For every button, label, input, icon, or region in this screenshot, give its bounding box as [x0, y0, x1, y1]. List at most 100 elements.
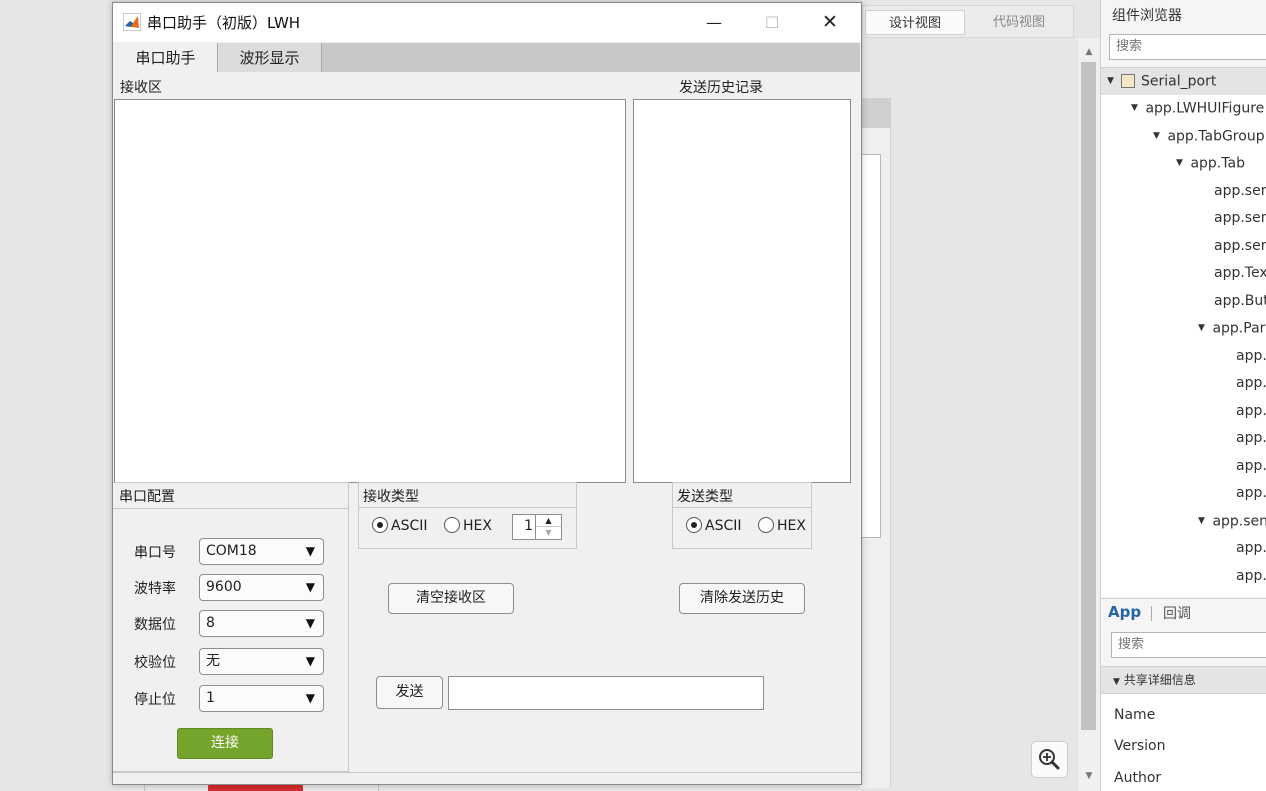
chevron-down-icon[interactable]: ▼ [1107, 68, 1117, 95]
tree-item[interactable]: app. [1101, 563, 1266, 590]
tree-item-root[interactable]: ▼ Serial_port [1101, 68, 1266, 95]
stopbits-dropdown[interactable]: 1 ▼ [199, 685, 324, 712]
receive-area-label: 接收区 [120, 80, 162, 96]
radio-unselected-icon [444, 517, 460, 533]
zoom-in-icon [1039, 749, 1060, 770]
tree-item-label: Serial_port [1141, 73, 1217, 90]
chevron-down-icon[interactable]: ▼ [1198, 508, 1208, 535]
maximize-icon[interactable]: ☐ [743, 3, 801, 42]
vertical-scrollbar[interactable]: ▲ ▼ [1078, 38, 1100, 791]
clear-receive-button[interactable]: 清空接收区 [388, 583, 514, 614]
chevron-down-icon[interactable]: ▼ [1198, 315, 1208, 342]
radio-label: HEX [777, 518, 806, 534]
panel-title: 串口配置 [119, 489, 175, 505]
tab-code-view[interactable]: 代码视图 [969, 10, 1069, 35]
tree-item[interactable]: app.( [1101, 398, 1266, 425]
receive-textarea[interactable] [114, 99, 626, 483]
stopbits-label: 停止位 [134, 692, 176, 708]
tree-item[interactable]: app. [1101, 425, 1266, 452]
tree-item[interactable]: app.sen [1101, 233, 1266, 260]
close-icon[interactable]: ✕ [801, 3, 859, 42]
parity-label: 校验位 [134, 655, 176, 671]
receive-spinner[interactable]: 1 ▲ ▼ [512, 514, 562, 540]
shared-details-header[interactable]: ▼ 共享详细信息 [1101, 666, 1266, 694]
receive-type-panel: 接收类型 ASCII HEX 1 ▲ ▼ [358, 482, 577, 549]
spinner-up-icon[interactable]: ▲ [536, 515, 561, 527]
clear-history-button[interactable]: 清除发送历史 [679, 583, 805, 614]
dropdown-value: 9600 [206, 579, 242, 595]
zoom-button[interactable] [1031, 741, 1068, 778]
tree-item[interactable]: ▼ app.sen [1101, 508, 1266, 535]
tree-item[interactable]: app. [1101, 370, 1266, 397]
component-search-input[interactable]: 搜索 [1109, 34, 1266, 60]
property-search-input[interactable]: 搜索 [1111, 632, 1266, 658]
tree-item[interactable]: app.sen [1101, 178, 1266, 205]
receive-hex-radio[interactable]: HEX [444, 517, 492, 534]
send-input[interactable] [448, 676, 764, 710]
chevron-down-icon[interactable]: ▼ [1131, 95, 1141, 122]
tab-separator [1151, 606, 1152, 621]
radio-label: ASCII [391, 518, 428, 534]
tree-item-label: app.Tab [1190, 155, 1245, 172]
connect-button[interactable]: 连接 [177, 728, 273, 759]
minimize-icon[interactable]: — [685, 3, 743, 42]
tree-item[interactable]: app.sen [1101, 205, 1266, 232]
port-dropdown[interactable]: COM18 ▼ [199, 538, 324, 565]
send-ascii-radio[interactable]: ASCII [686, 517, 742, 534]
shared-details-label: 共享详细信息 [1123, 673, 1196, 687]
tree-item[interactable]: app. [1101, 535, 1266, 562]
tree-item[interactable]: app.But [1101, 288, 1266, 315]
component-browser-title: 组件浏览器 [1112, 8, 1182, 24]
app-file-icon [1121, 73, 1135, 88]
matlab-icon [123, 13, 141, 31]
chevron-down-icon[interactable]: ▼ [1176, 150, 1186, 177]
tree-item[interactable]: ▼ app.Par [1101, 315, 1265, 342]
radio-selected-icon [686, 517, 702, 533]
tree-item[interactable]: ▼ app.TabGroup [1101, 123, 1265, 150]
panel-title-bar: 串口配置 [113, 483, 348, 509]
dropdown-arrow-icon: ▼ [305, 616, 315, 630]
send-button[interactable]: 发送 [376, 676, 443, 709]
serial-assistant-window: 串口助手（初版）LWH — ☐ ✕ 串口助手 波形显示 接收区 发送历史记录 串… [112, 2, 862, 785]
tree-item[interactable]: app. [1101, 480, 1266, 507]
dropdown-arrow-icon: ▼ [305, 691, 315, 705]
send-history-list[interactable] [633, 99, 851, 483]
dropdown-value: 8 [206, 615, 215, 631]
properties-list: Name Version Author [1101, 694, 1266, 791]
tab-app[interactable]: App [1108, 603, 1141, 621]
tab-serial-assistant[interactable]: 串口助手 [114, 43, 218, 72]
scroll-thumb[interactable] [1081, 62, 1096, 730]
tree-item[interactable]: ▼ app.Tab [1101, 150, 1245, 177]
tree-item[interactable]: app. [1101, 343, 1266, 370]
tree-item[interactable]: app.Tex [1101, 260, 1266, 287]
dropdown-arrow-icon: ▼ [305, 654, 315, 668]
baudrate-dropdown[interactable]: 9600 ▼ [199, 574, 324, 601]
parity-dropdown[interactable]: 无 ▼ [199, 648, 324, 675]
panel-title: 接收类型 [363, 489, 419, 505]
tree-item-label: app.LWHUIFigure [1145, 100, 1265, 117]
tree-item[interactable]: ▼ app.LWHUIFigure [1101, 95, 1264, 122]
panel-title: 发送类型 [677, 489, 733, 505]
chevron-down-icon: ▼ [1113, 677, 1120, 687]
tree-item[interactable]: app. [1101, 453, 1266, 480]
tree-item-label: app.TabGroup [1167, 128, 1265, 145]
tab-waveform[interactable]: 波形显示 [218, 43, 322, 72]
inspector-tabs: App 回调 [1101, 598, 1266, 626]
tab-design-view[interactable]: 设计视图 [865, 10, 965, 35]
receive-ascii-radio[interactable]: ASCII [372, 517, 428, 534]
component-tree: ▼ Serial_port ▼ app.LWHUIFigure ▼ app.Tab… [1101, 67, 1266, 597]
title-bar[interactable]: 串口助手（初版）LWH — ☐ ✕ [113, 3, 861, 42]
prop-label-version: Version [1114, 738, 1166, 754]
tab-callback[interactable]: 回调 [1163, 603, 1191, 623]
databits-dropdown[interactable]: 8 ▼ [199, 610, 324, 637]
chevron-down-icon[interactable]: ▼ [1153, 123, 1163, 150]
send-hex-radio[interactable]: HEX [758, 517, 806, 534]
tab-bar: 串口助手 波形显示 [114, 43, 860, 72]
prop-label-name: Name [1114, 707, 1156, 723]
scroll-up-icon[interactable]: ▲ [1078, 44, 1100, 60]
scroll-down-icon[interactable]: ▼ [1078, 768, 1100, 784]
spinner-down-icon[interactable]: ▼ [536, 527, 561, 539]
tree-item-label: app.sen [1212, 513, 1266, 530]
radio-label: ASCII [705, 518, 742, 534]
radio-unselected-icon [758, 517, 774, 533]
